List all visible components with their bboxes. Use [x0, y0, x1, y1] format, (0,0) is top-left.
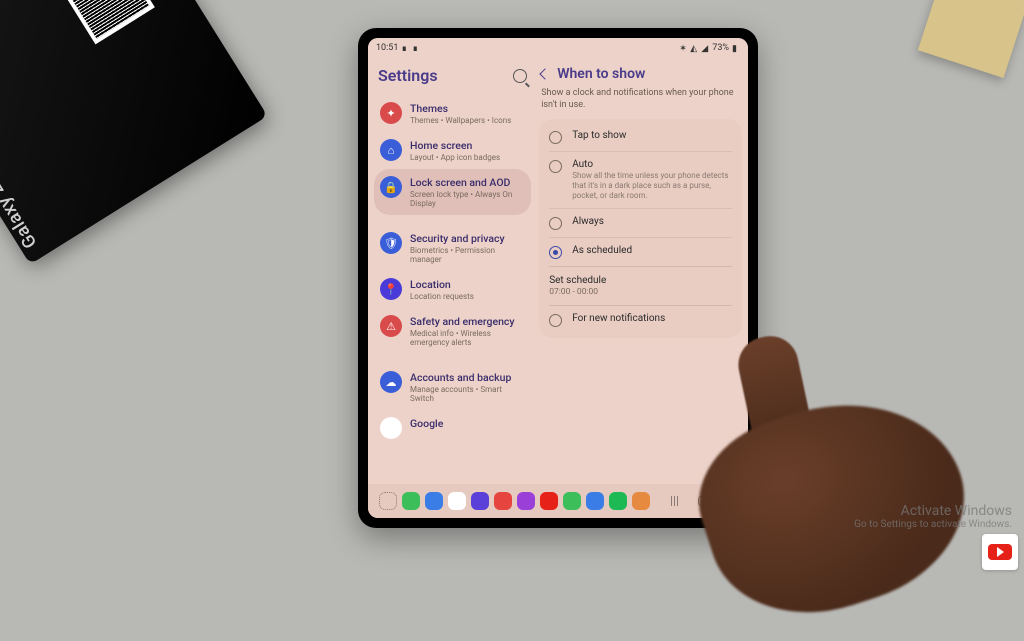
watermark-title: Activate Windows [854, 503, 1012, 519]
sos-icon: ⚠ [380, 315, 402, 337]
battery-icon: ▮ [732, 44, 740, 52]
wifi-icon: ◭ [690, 44, 698, 52]
windows-watermark: Activate Windows Go to Settings to activ… [854, 503, 1012, 530]
barcode-label [37, 0, 155, 44]
option-label: For new notifications [572, 313, 665, 324]
option-tap-to-show[interactable]: Tap to show [549, 123, 732, 151]
sidebar-item-accounts-and-backup[interactable]: ☁ Accounts and backupManage accounts • Sm… [374, 364, 531, 410]
music-icon[interactable] [563, 492, 581, 510]
back-icon[interactable] [540, 68, 551, 79]
accounts-icon: ☁ [380, 371, 402, 393]
signal-icon: ◢ [701, 44, 709, 52]
sidebar-item-sub: Layout • App icon badges [410, 153, 500, 162]
radio-icon [549, 217, 562, 230]
sidebar-item-sub: Biometrics • Permission manager [410, 246, 525, 264]
settings-title: Settings [378, 66, 438, 85]
bag-icon[interactable] [632, 492, 650, 510]
spotify-icon[interactable] [609, 492, 627, 510]
sidebar-item-sub: Location requests [410, 292, 474, 301]
radio-icon [549, 246, 562, 259]
location-icon: 📍 [380, 278, 402, 300]
sidebar-item-label: Security and privacy [410, 232, 525, 245]
option-as-scheduled[interactable]: As scheduled [549, 237, 732, 266]
product-box: Galaxy Z Fold6 [0, 0, 268, 264]
tablet-device: 10:51 ∎ ∎ ✶ ◭ ◢ 73% ▮ Settings ✦ ThemesTh… [358, 28, 758, 528]
settings-detail-pane: When to show Show a clock and notificati… [535, 58, 748, 484]
detail-title: When to show [557, 66, 645, 82]
option-sub: Show all the time unless your phone dete… [572, 171, 732, 201]
option-label: Always [572, 216, 604, 227]
news-icon[interactable] [494, 492, 512, 510]
sidebar-item-home-screen[interactable]: ⌂ Home screenLayout • App icon badges [374, 132, 531, 169]
messages-icon[interactable] [425, 492, 443, 510]
chat-icon[interactable] [448, 492, 466, 510]
home-icon: ⌂ [380, 139, 402, 161]
radio-icon [549, 314, 562, 327]
set-schedule-row[interactable]: Set schedule 07:00 - 00:00 [549, 266, 732, 305]
watermark-sub: Go to Settings to activate Windows. [854, 519, 1012, 530]
sidebar-item-label: Themes [410, 102, 511, 115]
settings-master-pane: Settings ✦ ThemesThemes • Wallpapers • Ic… [368, 58, 535, 484]
status-time: 10:51 [376, 43, 398, 53]
when-to-show-options: Tap to show AutoShow all the time unless … [539, 119, 742, 338]
option-label: Tap to show [572, 130, 626, 141]
apps-grid-icon[interactable] [379, 492, 397, 510]
sidebar-item-label: Google [410, 417, 443, 430]
sidebar-item-lock-screen-and-aod[interactable]: 🔒 Lock screen and AODScreen lock type • A… [374, 169, 531, 215]
youtube-icon[interactable] [540, 492, 558, 510]
status-battery: 73% [712, 43, 729, 53]
notif-icon: ∎ [412, 44, 420, 52]
sidebar-item-sub: Themes • Wallpapers • Icons [410, 116, 511, 125]
sidebar-item-location[interactable]: 📍 LocationLocation requests [374, 271, 531, 308]
settings-icon[interactable] [517, 492, 535, 510]
youtube-icon [988, 544, 1012, 560]
sidebar-item-sub: Manage accounts • Smart Switch [410, 385, 525, 403]
schedule-label: Set schedule [549, 275, 732, 286]
taskbar [368, 484, 748, 518]
option-always[interactable]: Always [549, 208, 732, 237]
option-label: As scheduled [572, 245, 632, 256]
option-auto[interactable]: AutoShow all the time unless your phone … [549, 151, 732, 208]
sidebar-item-security-and-privacy[interactable]: 🛡 Security and privacyBiometrics • Permis… [374, 225, 531, 271]
sidebar-item-themes[interactable]: ✦ ThemesThemes • Wallpapers • Icons [374, 95, 531, 132]
sidebar-item-label: Safety and emergency [410, 315, 525, 328]
product-box-brand: Galaxy Z Fold6 [0, 134, 41, 252]
notif-icon: ∎ [401, 44, 409, 52]
sidebar-item-sub: Screen lock type • Always On Display [410, 190, 525, 208]
radio-icon [549, 160, 562, 173]
phone-icon[interactable] [402, 492, 420, 510]
google-icon: G [380, 417, 402, 439]
themes-icon: ✦ [380, 102, 402, 124]
detail-description: Show a clock and notifications when your… [539, 86, 742, 119]
sidebar-item-label: Location [410, 278, 474, 291]
browser-icon[interactable] [471, 492, 489, 510]
radio-icon [549, 131, 562, 144]
sidebar-item-sub: Medical info • Wireless emergency alerts [410, 329, 525, 347]
status-bar: 10:51 ∎ ∎ ✶ ◭ ◢ 73% ▮ [368, 38, 748, 58]
sidebar-item-google[interactable]: G Google [374, 410, 531, 446]
shield-icon: 🛡 [380, 232, 402, 254]
schedule-time: 07:00 - 00:00 [549, 287, 732, 297]
settings-list: ✦ ThemesThemes • Wallpapers • Icons ⌂ Home … [374, 95, 531, 446]
sidebar-item-safety-and-emergency[interactable]: ⚠ Safety and emergencyMedical info • Wire… [374, 308, 531, 354]
sidebar-item-label: Home screen [410, 139, 500, 152]
bt-icon: ✶ [679, 44, 687, 52]
sidebar-item-label: Accounts and backup [410, 371, 525, 384]
youtube-badge [982, 534, 1018, 570]
option-for-new-notifications[interactable]: For new notifications [549, 305, 732, 334]
nav-recents[interactable] [668, 494, 682, 508]
search-icon[interactable] [513, 69, 527, 83]
wooden-object [918, 0, 1024, 78]
lock-icon: 🔒 [380, 176, 402, 198]
sidebar-item-label: Lock screen and AOD [410, 176, 525, 189]
store-icon[interactable] [586, 492, 604, 510]
option-label: Auto [572, 159, 732, 170]
screen: 10:51 ∎ ∎ ✶ ◭ ◢ 73% ▮ Settings ✦ ThemesTh… [368, 38, 748, 518]
